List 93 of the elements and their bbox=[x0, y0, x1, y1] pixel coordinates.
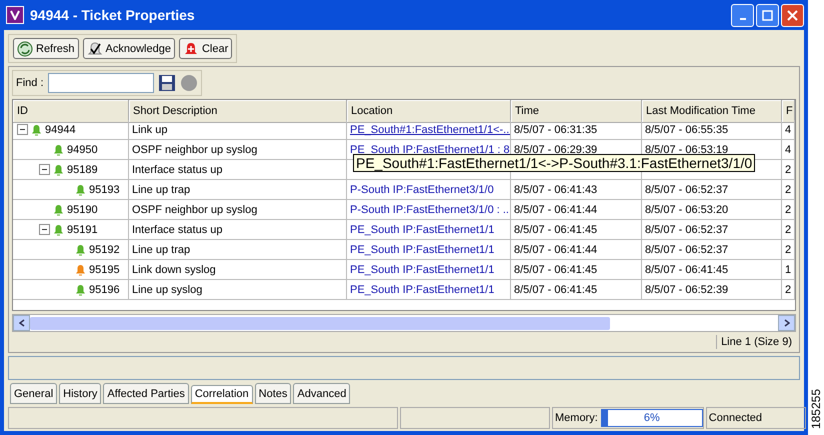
id-cell: 95193 bbox=[13, 180, 129, 200]
table-cell: Interface status up bbox=[129, 220, 347, 240]
table-cell: 8/5/07 - 06:53:20 bbox=[642, 200, 782, 220]
table-cell: Line up trap bbox=[129, 180, 347, 200]
close-icon bbox=[787, 10, 798, 20]
table-cell: 2 bbox=[782, 160, 795, 180]
window-title: 94944 - Ticket Properties bbox=[30, 7, 195, 23]
minus-icon bbox=[41, 226, 48, 233]
table-cell: Line up trap bbox=[129, 240, 347, 260]
id-cell: 95191 bbox=[13, 220, 129, 240]
scroll-right-button[interactable] bbox=[778, 315, 795, 331]
column-header[interactable]: Time bbox=[511, 100, 642, 123]
tooltip: PE_South#1:FastEthernet1/1<->P-South#3.1:FastEthernet3/1/0 bbox=[353, 154, 756, 172]
column-header[interactable]: Last Modification Time bbox=[642, 100, 782, 123]
tab[interactable]: Advanced bbox=[293, 383, 350, 404]
table-cell: 2 bbox=[782, 280, 795, 300]
column-header[interactable]: Location bbox=[347, 100, 511, 123]
column-header[interactable]: Short Description bbox=[129, 100, 347, 123]
scroll-left-button[interactable] bbox=[13, 315, 30, 331]
scrollbar-thumb[interactable] bbox=[30, 316, 610, 330]
location-link[interactable]: PE_South IP:FastEthernet1/1 bbox=[347, 260, 511, 280]
collapse-toggle[interactable] bbox=[39, 224, 50, 235]
memory-reading: 6% bbox=[644, 412, 660, 424]
save-icon[interactable] bbox=[158, 74, 176, 92]
figure-id: 185255 bbox=[809, 388, 823, 429]
maximize-icon bbox=[762, 10, 773, 20]
table-cell: 2 bbox=[782, 200, 795, 220]
toolbar-button[interactable]: Clear bbox=[178, 38, 232, 59]
table-cell: 8/5/07 - 06:52:37 bbox=[642, 220, 782, 240]
id-cell: 95195 bbox=[13, 260, 129, 280]
table-cell: 8/5/07 - 06:31:35 bbox=[511, 120, 642, 140]
location-link[interactable]: PE_South IP:FastEthernet1/1 bbox=[347, 240, 511, 260]
id-cell: 94944 bbox=[13, 120, 129, 140]
find-field[interactable] bbox=[48, 73, 154, 93]
refresh-icon bbox=[17, 40, 33, 56]
column-header[interactable]: ID bbox=[13, 100, 129, 123]
tab[interactable]: General bbox=[10, 383, 58, 404]
table-cell: 8/5/07 - 06:52:37 bbox=[642, 240, 782, 260]
table-cell: 8/5/07 - 06:41:45 bbox=[511, 260, 642, 280]
minus-icon bbox=[41, 166, 48, 173]
table-cell: 2 bbox=[782, 220, 795, 240]
app-logo bbox=[6, 6, 24, 24]
tab[interactable]: History bbox=[59, 383, 102, 404]
table-cell: Interface status up bbox=[129, 160, 347, 180]
table-cell: 4 bbox=[782, 120, 795, 140]
table-cell: Line up syslog bbox=[129, 280, 347, 300]
table-cell: 8/5/07 - 06:52:37 bbox=[642, 180, 782, 200]
maximize-button[interactable] bbox=[756, 4, 779, 26]
table-cell: Link down syslog bbox=[129, 260, 347, 280]
memory-label: Memory: bbox=[555, 412, 598, 424]
location-link[interactable]: PE_South#1:FastEthernet1/1<-... bbox=[347, 120, 511, 140]
table-cell: 1 bbox=[782, 260, 795, 280]
id-cell: 95190 bbox=[13, 200, 129, 220]
table-cell: 8/5/07 - 06:41:44 bbox=[511, 240, 642, 260]
close-button[interactable] bbox=[781, 4, 804, 26]
table-cell: 2 bbox=[782, 180, 795, 200]
toolbar-button[interactable]: Refresh bbox=[13, 38, 79, 59]
id-cell: 95192 bbox=[13, 240, 129, 260]
tab[interactable]: Affected Parties bbox=[103, 383, 189, 404]
minimize-button[interactable] bbox=[731, 4, 754, 26]
tab[interactable]: Correlation bbox=[190, 385, 253, 404]
location-link[interactable]: PE_South IP:FastEthernet1/1 bbox=[347, 280, 511, 300]
table-cell: 8/5/07 - 06:41:45 bbox=[511, 220, 642, 240]
table-cell: OSPF neighbor up syslog bbox=[129, 200, 347, 220]
id-cell: 95196 bbox=[13, 280, 129, 300]
line-info: Line 1 (Size 9) bbox=[716, 335, 796, 349]
tab[interactable]: Notes bbox=[254, 383, 292, 404]
check-bell-icon bbox=[86, 40, 103, 56]
table-cell: 2 bbox=[782, 240, 795, 260]
table-cell: 8/5/07 - 06:41:45 bbox=[511, 280, 642, 300]
location-link[interactable]: P-South IP:FastEthernet3/1/0 bbox=[347, 180, 511, 200]
table-cell: 8/5/07 - 06:41:45 bbox=[642, 260, 782, 280]
toolbar-button[interactable]: Acknowledge bbox=[82, 38, 175, 59]
table-cell: 8/5/07 - 06:41:44 bbox=[511, 200, 642, 220]
connection-status: Connected bbox=[708, 412, 762, 424]
table-cell: 8/5/07 - 06:41:43 bbox=[511, 180, 642, 200]
minimize-icon bbox=[740, 18, 746, 20]
table-cell: OSPF neighbor up syslog bbox=[129, 140, 347, 160]
id-cell: 95189 bbox=[13, 160, 129, 180]
table-cell: 4 bbox=[782, 140, 795, 160]
table-cell: 8/5/07 - 06:55:35 bbox=[642, 120, 782, 140]
collapse-toggle[interactable] bbox=[39, 164, 50, 175]
table-cell: 8/5/07 - 06:52:39 bbox=[642, 280, 782, 300]
id-cell: 94950 bbox=[13, 140, 129, 160]
collapse-toggle[interactable] bbox=[17, 124, 28, 135]
column-header[interactable]: F bbox=[782, 100, 795, 123]
minus-icon bbox=[19, 126, 26, 133]
location-link[interactable]: PE_South IP:FastEthernet1/1 bbox=[347, 220, 511, 240]
location-link[interactable]: P-South IP:FastEthernet3/1/0 : ... bbox=[347, 200, 511, 220]
table-cell: Link up bbox=[129, 120, 347, 140]
find-label: Find : bbox=[16, 77, 44, 89]
horizontal-scrollbar[interactable] bbox=[12, 314, 796, 332]
bell-icon bbox=[182, 40, 199, 56]
